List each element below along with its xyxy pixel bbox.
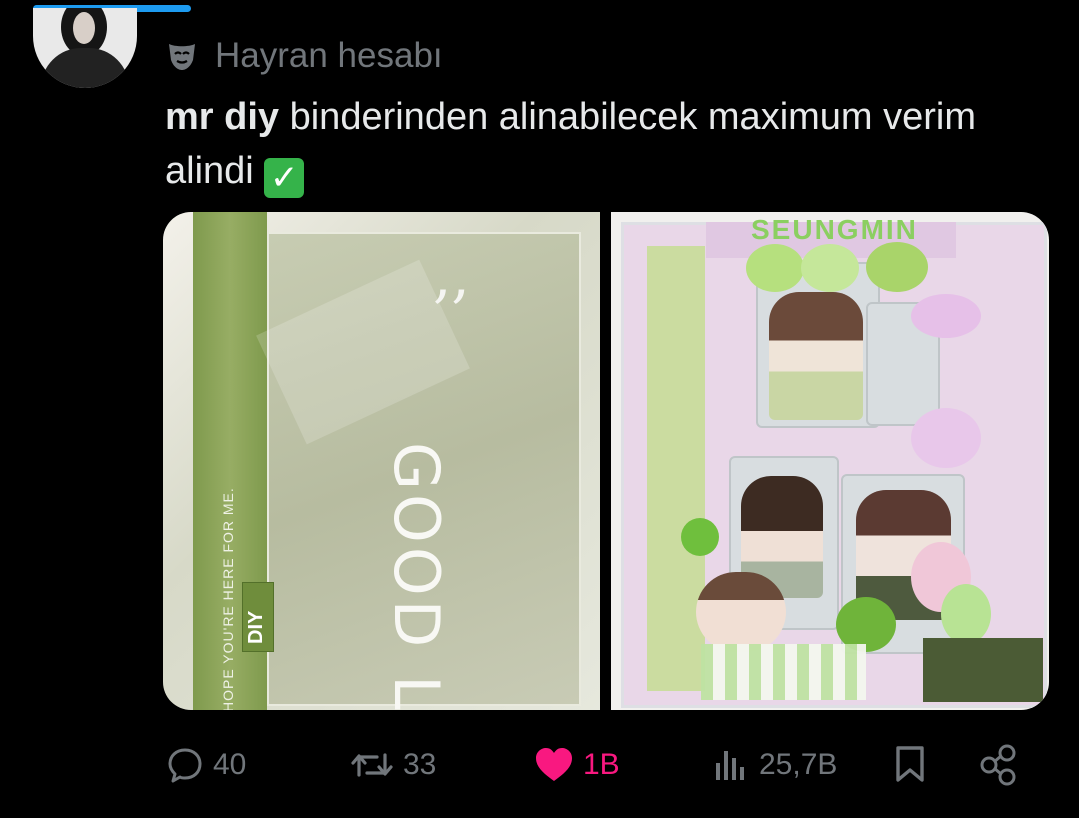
media-progress-track (0, 0, 1079, 12)
tweet-actions: 40 33 1B 25,7B (165, 740, 1025, 790)
lace-strip (647, 246, 705, 691)
photocard (696, 572, 786, 652)
photo-binder-decorated[interactable]: SEUNGMIN (611, 212, 1049, 710)
binder-quote: ,, (433, 242, 470, 310)
butterfly-sticker (911, 408, 981, 468)
avatar-body (41, 48, 129, 88)
repost-count: 33 (403, 748, 437, 781)
share-icon (980, 744, 1016, 786)
reply-icon (168, 748, 202, 783)
bookmark-button[interactable] (890, 740, 930, 790)
bottom-spacer (0, 800, 1079, 818)
apple-sticker (866, 242, 928, 292)
repost-button[interactable]: 33 (349, 740, 436, 790)
tweet-text: mr diy binderinden alinabilecek maximum … (165, 90, 1025, 198)
photocard (769, 292, 863, 420)
plant-sticker (923, 638, 1043, 702)
reply-button[interactable]: 40 (165, 740, 246, 790)
views-count: 25,7B (759, 748, 838, 781)
share-button[interactable] (977, 740, 1021, 790)
account-label-row: Hayran hesabı (165, 34, 443, 78)
bookmark-icon (896, 746, 924, 782)
butterfly-sticker (911, 294, 981, 338)
like-count: 1B (583, 748, 620, 781)
views-icon (716, 751, 744, 780)
frog-sticker (941, 584, 991, 644)
apple-sticker (746, 244, 804, 292)
avatar-face (73, 12, 95, 44)
like-button[interactable]: 1B (533, 740, 620, 790)
clover-sticker (681, 518, 719, 556)
tweet-text-bold: mr diy (165, 96, 280, 138)
reply-count: 40 (213, 748, 247, 781)
binder-tagline: HOPE YOU'RE HERE FOR ME. (220, 487, 236, 710)
check-mark-emoji: ✓ (264, 158, 305, 198)
avatar[interactable] (33, 8, 137, 88)
gingham-sticker (701, 644, 866, 700)
media-grid[interactable]: ,, GOOD LUCK HOPE YOU'RE HERE FOR ME. DI… (163, 212, 1049, 710)
photo-binder-empty[interactable]: ,, GOOD LUCK HOPE YOU'RE HERE FOR ME. DI… (163, 212, 600, 710)
binder-brand-text: DIY (245, 610, 267, 644)
account-label: Hayran hesabı (215, 36, 443, 75)
apple-sticker (801, 244, 859, 292)
views-button[interactable]: 25,7B (713, 740, 837, 790)
heart-icon (536, 748, 572, 781)
repost-icon (351, 753, 393, 777)
binder-good-luck-text: GOOD LUCK (380, 442, 453, 710)
mask-icon (169, 44, 195, 70)
